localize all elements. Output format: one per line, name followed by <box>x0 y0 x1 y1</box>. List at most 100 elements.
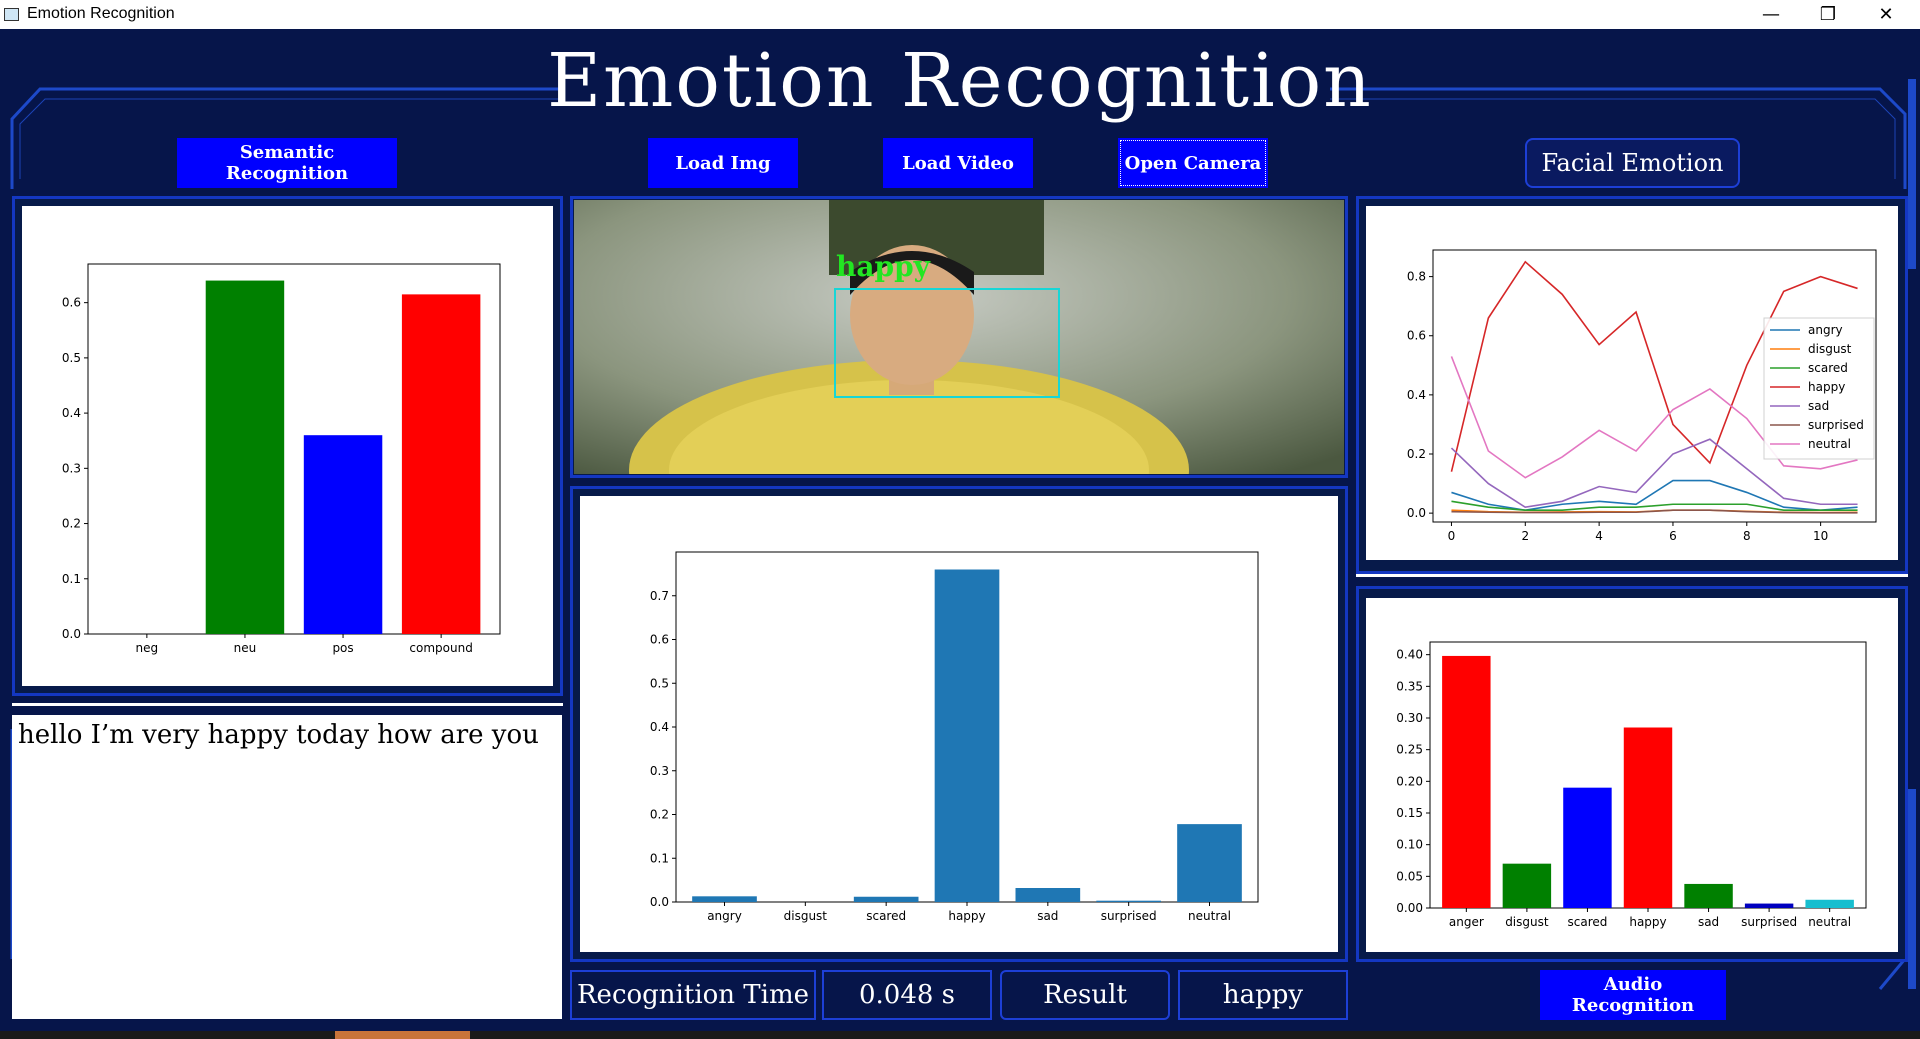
legend-label-disgust: disgust <box>1808 342 1852 356</box>
divider <box>1356 574 1908 577</box>
semantic-recognition-button[interactable]: Semantic Recognition <box>177 138 397 188</box>
y-tick-label: 0.6 <box>1407 329 1426 343</box>
bar-sad <box>1015 888 1081 902</box>
bar-anger <box>1442 655 1491 908</box>
facial-line-panel: 0.0 0.2 0.4 0.6 0.8 0 2 4 6 8 10 angry disgust scared… <box>1366 206 1898 560</box>
audio-chart-panel: 0.00 0.05 0.10 0.15 0.20 0.25 0.30 0.35 0.40 ange… <box>1366 598 1898 952</box>
legend-label-neutral: neutral <box>1808 437 1851 451</box>
x-tick-label: disgust <box>1505 915 1549 929</box>
y-tick-label: 0.5 <box>650 676 669 690</box>
bar-surprised <box>1744 903 1794 908</box>
app-icon <box>4 8 19 21</box>
page-title: Emotion Recognition <box>547 38 1373 124</box>
load-video-button[interactable]: Load Video <box>883 138 1033 188</box>
x-tick-label: 8 <box>1743 529 1751 543</box>
y-tick-label: 0.30 <box>1396 711 1423 725</box>
legend-label-scared: scared <box>1808 361 1848 375</box>
bar-angry <box>692 896 757 902</box>
y-tick-label: 0.0 <box>650 895 669 909</box>
bar-surprised <box>1096 900 1161 902</box>
x-tick-label: happy <box>948 909 985 923</box>
x-tick-label: compound <box>409 641 472 655</box>
bar-happy <box>934 569 1000 902</box>
y-tick-label: 0.25 <box>1396 743 1423 757</box>
bar-neutral <box>1805 899 1854 908</box>
y-tick-label: 0.0 <box>1407 506 1426 520</box>
x-tick-label: 2 <box>1521 529 1529 543</box>
y-tick-label: 0.4 <box>62 406 81 420</box>
bar-neu <box>205 280 285 634</box>
window-title: Emotion Recognition <box>27 5 175 22</box>
taskbar-active-app[interactable] <box>335 1031 470 1039</box>
y-tick-label: 0.0 <box>62 627 81 641</box>
bar-happy <box>1623 727 1673 908</box>
legend-label-sad: sad <box>1808 399 1829 413</box>
y-tick-label: 0.20 <box>1396 774 1423 788</box>
open-camera-button[interactable]: Open Camera <box>1118 138 1268 188</box>
x-tick-label: scared <box>866 909 906 923</box>
y-tick-label: 0.1 <box>62 572 81 586</box>
face-detection-box <box>834 288 1060 398</box>
divider <box>12 703 563 706</box>
load-img-button[interactable]: Load Img <box>648 138 798 188</box>
x-tick-label: anger <box>1449 915 1484 929</box>
y-tick-label: 0.8 <box>1407 270 1426 284</box>
minimize-icon[interactable]: — <box>1751 4 1791 26</box>
y-tick-label: 0.35 <box>1396 679 1423 693</box>
facial-emotion-button[interactable]: Facial Emotion <box>1525 138 1740 188</box>
recognition-time-value: 0.048 s <box>822 970 992 1020</box>
bar-scared <box>1563 787 1612 908</box>
x-tick-label: sad <box>1037 909 1058 923</box>
facial-line-chart: 0.0 0.2 0.4 0.6 0.8 0 2 4 6 8 10 angry disgust scared… <box>1407 249 1877 543</box>
x-tick-label: neg <box>136 641 159 655</box>
facial-bar-panel: 0.0 0.1 0.2 0.3 0.4 0.5 0.6 0.7 angry disgust scar… <box>580 496 1338 952</box>
legend-label-surprised: surprised <box>1808 418 1864 432</box>
close-icon[interactable]: ✕ <box>1866 4 1906 26</box>
semantic-chart-panel: 0.0 0.1 0.2 0.3 0.4 0.5 0.6 neg neu pos compound <box>22 206 553 686</box>
x-tick-label: sad <box>1698 915 1719 929</box>
bar-sad <box>1684 883 1733 908</box>
x-tick-label: scared <box>1568 915 1608 929</box>
facial-bar-chart: 0.0 0.1 0.2 0.3 0.4 0.5 0.6 0.7 angry disgust scar… <box>650 551 1259 923</box>
x-tick-label: 10 <box>1813 529 1828 543</box>
y-tick-label: 0.10 <box>1396 838 1423 852</box>
result-label: Result <box>1000 970 1170 1020</box>
text-input[interactable] <box>12 715 562 1019</box>
y-tick-label: 0.2 <box>62 517 81 531</box>
y-tick-label: 0.6 <box>62 296 81 310</box>
x-tick-label: neutral <box>1188 909 1231 923</box>
y-tick-label: 0.2 <box>1407 447 1426 461</box>
semantic-bar-chart: 0.0 0.1 0.2 0.3 0.4 0.5 0.6 neg neu pos compound <box>62 263 501 655</box>
face-emotion-label: happy <box>836 250 930 283</box>
y-tick-label: 0.3 <box>650 764 669 778</box>
camera-feed: happy <box>574 200 1344 474</box>
y-tick-label: 0.4 <box>1407 388 1426 402</box>
legend-label-angry: angry <box>1808 323 1843 337</box>
taskbar <box>0 1031 1920 1039</box>
y-tick-label: 0.40 <box>1396 648 1423 662</box>
y-tick-label: 0.6 <box>650 633 669 647</box>
bar-scared <box>853 896 919 902</box>
bar-pos <box>303 435 383 634</box>
y-tick-label: 0.4 <box>650 720 669 734</box>
audio-bar-chart: 0.00 0.05 0.10 0.15 0.20 0.25 0.30 0.35 0.40 ange… <box>1396 641 1867 929</box>
legend-label-happy: happy <box>1808 380 1845 394</box>
bar-disgust <box>1502 863 1552 908</box>
x-tick-label: 4 <box>1595 529 1603 543</box>
x-tick-label: surprised <box>1741 915 1797 929</box>
y-tick-label: 0.7 <box>650 589 669 603</box>
window-title-bar: Emotion Recognition — ❐ ✕ <box>0 0 1920 30</box>
y-tick-label: 0.05 <box>1396 869 1423 883</box>
audio-recognition-button[interactable]: Audio Recognition <box>1540 970 1726 1020</box>
recognition-time-label: Recognition Time <box>570 970 816 1020</box>
y-tick-label: 0.00 <box>1396 901 1423 915</box>
x-tick-label: happy <box>1629 915 1666 929</box>
x-tick-label: 6 <box>1669 529 1677 543</box>
y-tick-label: 0.2 <box>650 808 669 822</box>
y-tick-label: 0.1 <box>650 851 669 865</box>
y-tick-label: 0.15 <box>1396 806 1423 820</box>
restore-icon[interactable]: ❐ <box>1808 4 1848 26</box>
x-tick-label: neutral <box>1808 915 1851 929</box>
bar-compound <box>401 294 481 634</box>
x-tick-label: neu <box>234 641 257 655</box>
